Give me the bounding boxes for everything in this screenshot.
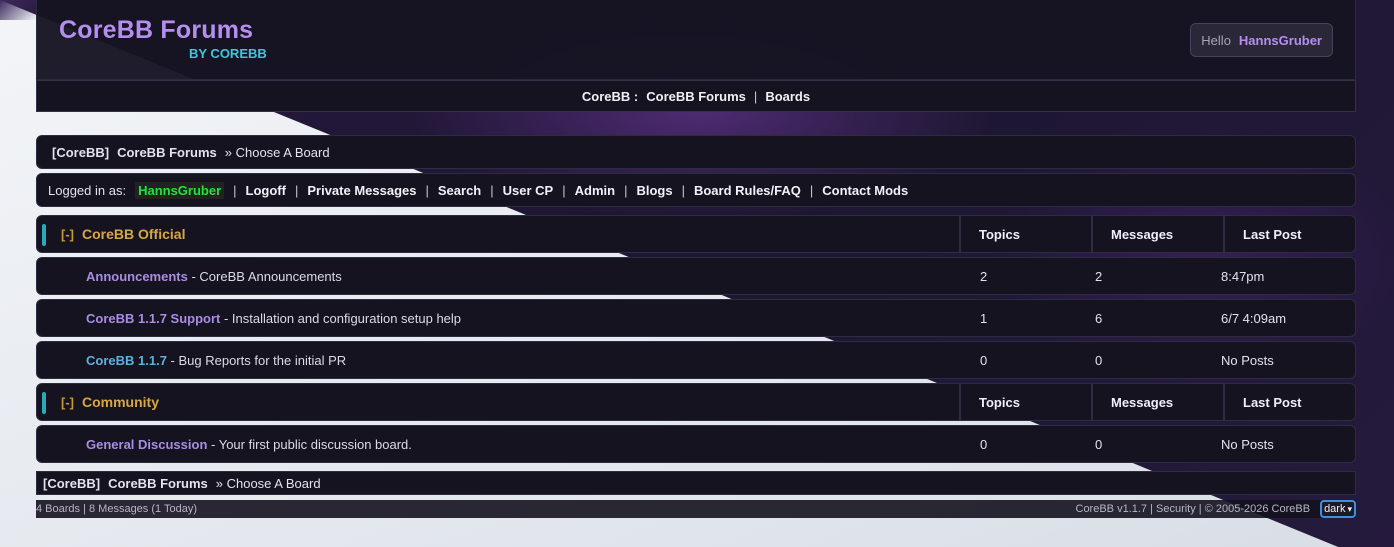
footer-stats: 4 Boards | 8 Messages (1 Today) xyxy=(36,503,198,515)
menu-separator: | xyxy=(425,182,429,198)
blogs-link[interactable]: Blogs xyxy=(636,183,672,198)
board-row: Announcements - CoreBB Announcements 2 2… xyxy=(36,257,1356,295)
category-title-cell: [-] Community xyxy=(36,383,960,421)
breadcrumb-forum[interactable]: CoreBB Forums xyxy=(117,145,217,160)
category-accent-bar xyxy=(42,392,46,414)
board-description: - Your first public discussion board. xyxy=(211,436,412,452)
category-name[interactable]: Community xyxy=(82,394,159,410)
category-header: [-] Community Topics Messages Last Post xyxy=(36,383,1356,421)
column-header-last-post: Last Post xyxy=(1224,383,1356,421)
footer-credits[interactable]: CoreBB v1.1.7 | Security | © 2005-2026 C… xyxy=(1076,503,1311,515)
category-header: [-] CoreBB Official Topics Messages Last… xyxy=(36,215,1356,253)
column-header-messages: Messages xyxy=(1092,383,1224,421)
menu-separator: | xyxy=(562,182,566,198)
contact-mods-link[interactable]: Contact Mods xyxy=(822,183,908,198)
greeting-username[interactable]: HannsGruber xyxy=(1239,33,1322,48)
category-collapse-toggle[interactable]: [-] xyxy=(61,227,74,242)
nav-item-corebb[interactable]: CoreBB : xyxy=(582,89,638,104)
board-topics-count: 2 xyxy=(980,268,988,284)
board-last-post: No Posts xyxy=(1221,352,1274,368)
board-topics-count: 0 xyxy=(980,352,988,368)
category-name[interactable]: CoreBB Official xyxy=(82,226,185,242)
breadcrumb-root[interactable]: [CoreBB] xyxy=(52,145,109,160)
column-header-topics: Topics xyxy=(960,215,1092,253)
site-title[interactable]: CoreBB Forums xyxy=(59,16,253,45)
menu-separator: | xyxy=(294,182,299,198)
site-footer: 4 Boards | 8 Messages (1 Today) CoreBB v… xyxy=(36,500,1356,518)
logged-in-label: Logged in as: xyxy=(48,182,127,198)
board-messages-count: 0 xyxy=(1095,436,1103,452)
board-messages-count: 6 xyxy=(1095,310,1103,326)
menu-separator: | xyxy=(624,182,628,198)
board-rules-link[interactable]: Board Rules/FAQ xyxy=(694,183,801,198)
nav-item-forums[interactable]: CoreBB Forums xyxy=(646,89,746,104)
breadcrumb-bottom: [CoreBB] CoreBB Forums » Choose A Board xyxy=(36,471,1356,495)
board-messages-count: 2 xyxy=(1095,268,1103,284)
board-name-link[interactable]: General Discussion xyxy=(86,437,207,452)
board-info: CoreBB 1.1.7 - Bug Reports for the initi… xyxy=(37,353,961,368)
user-cp-link[interactable]: User CP xyxy=(503,183,554,198)
board-topics-count: 1 xyxy=(980,310,988,326)
column-header-topics: Topics xyxy=(960,383,1092,421)
footer-right: CoreBB v1.1.7 | Security | © 2005-2026 C… xyxy=(1076,500,1356,518)
greeting-label: Hello xyxy=(1201,32,1231,48)
board-description: - Installation and configuration setup h… xyxy=(223,310,462,326)
theme-select[interactable]: dark ▾ xyxy=(1320,500,1356,518)
board-last-post[interactable]: 6/7 4:09am xyxy=(1221,311,1351,326)
board-row: General Discussion - Your first public d… xyxy=(36,425,1356,463)
menu-separator: | xyxy=(809,182,814,198)
logoff-link[interactable]: Logoff xyxy=(246,183,286,198)
column-header-messages: Messages xyxy=(1092,215,1224,253)
breadcrumb: [CoreBB] CoreBB Forums » Choose A Board xyxy=(36,135,1356,169)
board-info: Announcements - CoreBB Announcements xyxy=(37,269,961,284)
board-last-post[interactable]: 8:47pm xyxy=(1221,269,1351,284)
board-name-link[interactable]: CoreBB 1.1.7 Support xyxy=(86,311,220,326)
logged-in-username[interactable]: HannsGruber xyxy=(135,181,225,199)
menu-separator: | xyxy=(681,182,685,198)
board-name-link[interactable]: CoreBB 1.1.7 xyxy=(86,353,167,368)
breadcrumb-current: » Choose A Board xyxy=(215,475,321,491)
board-description: - Bug Reports for the initial PR xyxy=(170,352,347,368)
user-greeting: Hello HannsGruber xyxy=(1190,23,1333,57)
site-subtitle: BY COREBB xyxy=(189,46,267,61)
top-navigation: CoreBB : CoreBB Forums | Boards xyxy=(36,80,1356,112)
breadcrumb-root[interactable]: [CoreBB] xyxy=(43,476,100,491)
board-name-link[interactable]: Announcements xyxy=(86,269,188,284)
breadcrumb-current: » Choose A Board xyxy=(224,144,330,160)
menu-separator: | xyxy=(490,182,494,198)
board-row: CoreBB 1.1.7 Support - Installation and … xyxy=(36,299,1356,337)
board-messages-count: 0 xyxy=(1095,352,1103,368)
admin-link[interactable]: Admin xyxy=(575,183,615,198)
menu-separator: | xyxy=(233,182,237,198)
search-link[interactable]: Search xyxy=(438,183,481,198)
nav-item-boards[interactable]: Boards xyxy=(765,89,810,104)
board-last-post: No Posts xyxy=(1221,436,1274,452)
private-messages-link[interactable]: Private Messages xyxy=(307,183,416,198)
category-collapse-toggle[interactable]: [-] xyxy=(61,395,74,410)
board-row: CoreBB 1.1.7 - Bug Reports for the initi… xyxy=(36,341,1356,379)
breadcrumb-forum[interactable]: CoreBB Forums xyxy=(108,476,208,491)
board-description: - CoreBB Announcements xyxy=(191,268,342,284)
category-title-cell: [-] CoreBB Official xyxy=(36,215,960,253)
board-info: CoreBB 1.1.7 Support - Installation and … xyxy=(37,311,961,326)
board-info: General Discussion - Your first public d… xyxy=(37,437,961,452)
board-topics-count: 0 xyxy=(980,436,988,452)
column-header-last-post: Last Post xyxy=(1224,215,1356,253)
category-accent-bar xyxy=(42,224,46,246)
nav-separator: | xyxy=(753,88,758,104)
theme-select-value: dark xyxy=(1324,503,1346,515)
user-menu-bar: Logged in as: HannsGruber | Logoff | Pri… xyxy=(36,173,1356,207)
chevron-down-icon: ▾ xyxy=(1347,503,1352,514)
site-header: CoreBB Forums BY COREBB Hello HannsGrube… xyxy=(36,0,1356,80)
